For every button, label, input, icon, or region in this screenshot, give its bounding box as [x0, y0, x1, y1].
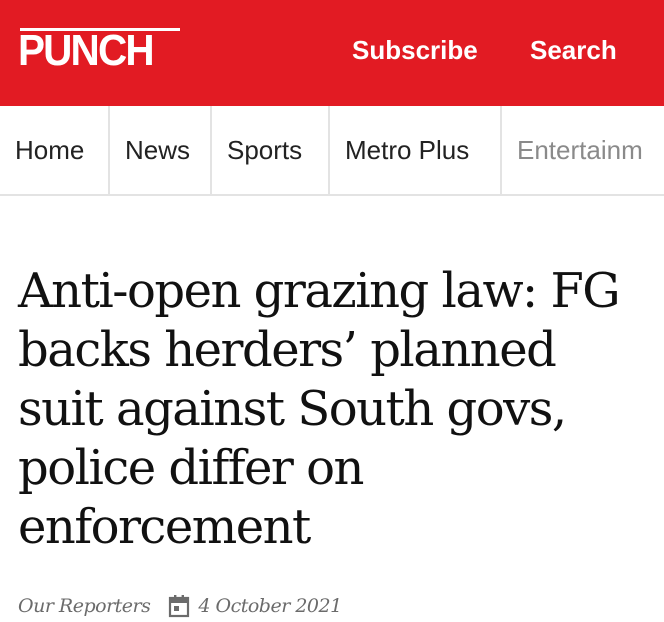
- nav-item-entertainment[interactable]: Entertainm: [502, 106, 664, 194]
- nav-item-home[interactable]: Home: [0, 106, 110, 194]
- site-header: PUNCH Subscribe Search: [0, 0, 664, 106]
- calendar-icon: [169, 595, 190, 618]
- search-link[interactable]: Search: [530, 34, 617, 66]
- article-headline: Anti-open grazing law: FG backs herders’…: [18, 263, 621, 555]
- main-navigation: Home News Sports Metro Plus Entertainm: [0, 106, 664, 196]
- article-byline: Our Reporters 4 October 2021: [18, 590, 342, 622]
- nav-item-sports[interactable]: Sports: [212, 106, 330, 194]
- punch-logo[interactable]: PUNCH: [18, 27, 155, 75]
- author-link[interactable]: Our Reporters: [18, 595, 151, 617]
- nav-item-news[interactable]: News: [110, 106, 212, 194]
- nav-item-metro-plus[interactable]: Metro Plus: [330, 106, 502, 194]
- subscribe-link[interactable]: Subscribe: [352, 34, 478, 66]
- publish-date: 4 October 2021: [198, 595, 342, 617]
